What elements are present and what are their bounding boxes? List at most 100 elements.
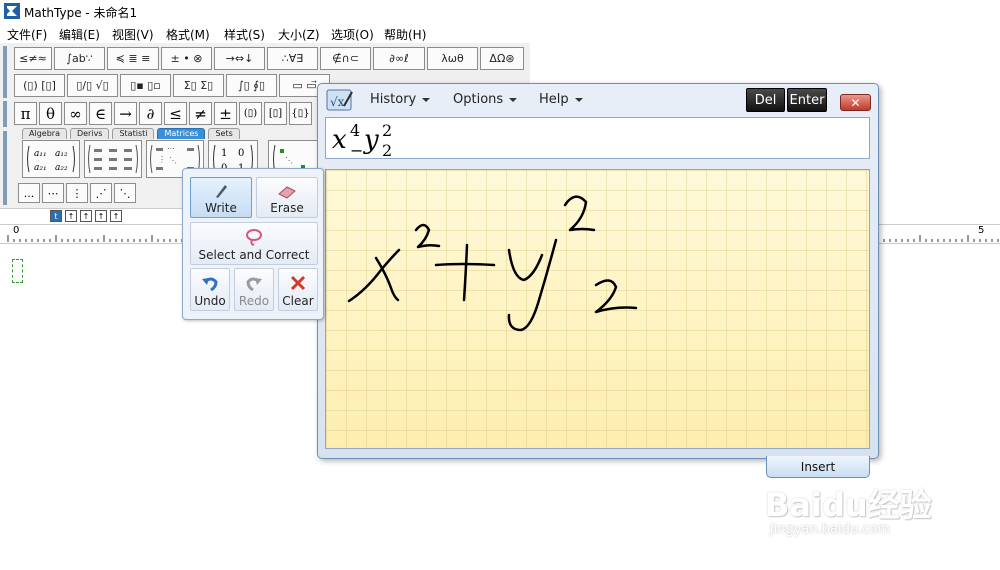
preview-sub-x: − bbox=[350, 141, 363, 158]
eraser-icon bbox=[278, 186, 296, 199]
tab-sets[interactable]: Sets bbox=[208, 128, 240, 139]
parens-template-button[interactable]: (▯) bbox=[239, 102, 262, 125]
undo-button[interactable]: Undo bbox=[190, 268, 230, 311]
fractions-palette-button[interactable]: ▯/▯ √▯ bbox=[67, 74, 118, 97]
erase-label: Erase bbox=[270, 201, 304, 215]
pen-icon bbox=[216, 185, 227, 198]
menu-style[interactable]: 样式(S) bbox=[224, 26, 265, 43]
braces-template-button[interactable]: {▯} bbox=[289, 102, 312, 125]
greek-lower-palette-button[interactable]: λωθ bbox=[427, 47, 478, 70]
menu-edit[interactable]: 编辑(E) bbox=[59, 26, 100, 43]
infinity-symbol-button[interactable]: ∞ bbox=[64, 102, 87, 125]
write-label: Write bbox=[205, 201, 237, 215]
operators-palette-button[interactable]: ± • ⊗ bbox=[161, 47, 212, 70]
toolbar-gripper[interactable] bbox=[3, 131, 7, 205]
baidu-watermark: Baidu经验 jingyan.baidu.com bbox=[765, 480, 945, 550]
arrows-palette-button[interactable]: →⇔↓ bbox=[214, 47, 265, 70]
matrix-2x2-icon: a₁₁ a₁₂ a₂₁ a₂₂ bbox=[27, 145, 75, 173]
history-menu[interactable]: History bbox=[370, 92, 431, 107]
svg-text:⋮: ⋮ bbox=[158, 155, 166, 164]
options-menu[interactable]: Options bbox=[453, 92, 518, 107]
integrals-palette-button[interactable]: ∫▯ ∮▯ bbox=[226, 74, 277, 97]
misc-palette-button[interactable]: ∂∞ℓ bbox=[373, 47, 425, 70]
right-tab-icon[interactable]: ↑ bbox=[80, 210, 92, 222]
logic-palette-button[interactable]: ∴∀∃ bbox=[267, 47, 318, 70]
enter-button[interactable]: Enter bbox=[787, 88, 827, 112]
brackets-template-button[interactable]: [▯] bbox=[264, 102, 287, 125]
ellipsis-center-button[interactable]: ⋯ bbox=[42, 183, 64, 203]
clear-button[interactable]: Clear bbox=[278, 268, 318, 311]
preview-sup-x: 4 bbox=[350, 121, 360, 140]
undo-icon bbox=[202, 277, 218, 292]
relations-palette-button[interactable]: ≤≠≈ bbox=[14, 47, 52, 70]
toolbar-gripper[interactable] bbox=[3, 101, 7, 127]
mathtype-logo-icon bbox=[4, 3, 20, 19]
tab-stop-icons: t ↑ ↑ ↑ ↑ bbox=[50, 210, 125, 222]
fences-palette-button[interactable]: (▯) [▯] bbox=[14, 74, 65, 97]
handwriting-canvas[interactable] bbox=[325, 169, 870, 449]
template-toolbar-row-2: (▯) [▯] ▯/▯ √▯ ▯▪ ▯▫ Σ▯ Σ▯ ∫▯ ∮▯ ▭ ▭⃗ bbox=[14, 74, 332, 97]
toolbar-gripper[interactable] bbox=[3, 46, 7, 98]
pi-symbol-button[interactable]: π bbox=[14, 102, 37, 125]
help-menu[interactable]: Help bbox=[539, 92, 583, 107]
tab-derivs[interactable]: Derivs bbox=[69, 128, 110, 139]
menu-format[interactable]: 格式(M) bbox=[166, 26, 210, 43]
del-button[interactable]: Del bbox=[746, 88, 785, 112]
matrix-2x2-button[interactable]: a₁₁ a₁₂ a₂₁ a₂₂ bbox=[22, 140, 80, 178]
ink-stroke-sup-2 bbox=[414, 223, 441, 249]
menu-view[interactable]: 视图(V) bbox=[112, 26, 154, 43]
erase-button[interactable]: Erase bbox=[256, 177, 318, 218]
decimal-tab-icon[interactable]: ↑ bbox=[110, 210, 122, 222]
neq-symbol-button[interactable]: ≠ bbox=[189, 102, 212, 125]
menu-file[interactable]: 文件(F) bbox=[7, 26, 47, 43]
ink-stroke-y2 bbox=[507, 238, 558, 332]
tab-statistics[interactable]: Statisti bbox=[112, 128, 155, 139]
sets-palette-button[interactable]: ∉∩⊂ bbox=[320, 47, 371, 70]
svg-text:1: 1 bbox=[221, 148, 227, 159]
center-tab-icon[interactable]: ↑ bbox=[65, 210, 77, 222]
theta-symbol-button[interactable]: θ bbox=[39, 102, 62, 125]
tab-algebra[interactable]: Algebra bbox=[22, 128, 67, 139]
handwritten-ink bbox=[347, 195, 638, 332]
write-button[interactable]: Write bbox=[190, 177, 252, 218]
ellipsis-baseline-button[interactable]: ... bbox=[18, 183, 40, 203]
relation-tab-icon[interactable]: ↑ bbox=[95, 210, 107, 222]
math-input-panel-logo-icon: √x bbox=[326, 89, 353, 111]
title-bar: MathType - 未命名1 bbox=[0, 0, 1000, 24]
arrow-symbol-button[interactable]: → bbox=[114, 102, 137, 125]
select-and-correct-button[interactable]: Select and Correct bbox=[190, 222, 318, 265]
redo-icon bbox=[246, 277, 262, 292]
subscripts-palette-button[interactable]: ▯▪ ▯▫ bbox=[120, 74, 171, 97]
left-tab-icon[interactable]: t bbox=[50, 210, 62, 222]
greek-upper-palette-button[interactable]: ΔΩ⊛ bbox=[480, 47, 524, 70]
partial-symbol-button[interactable]: ∂ bbox=[139, 102, 162, 125]
ellipsis-diagonal-up-button[interactable]: ⋰ bbox=[90, 183, 112, 203]
spaces-palette-button[interactable]: ∫ab∵ bbox=[54, 47, 105, 70]
equation-insertion-slot[interactable] bbox=[12, 259, 23, 283]
element-of-symbol-button[interactable]: ∈ bbox=[89, 102, 112, 125]
ruler-end-label: 5 bbox=[978, 225, 985, 236]
svg-text:0: 0 bbox=[238, 148, 244, 159]
matrix-3x3-button[interactable] bbox=[84, 140, 142, 178]
svg-text:⋯: ⋯ bbox=[167, 144, 175, 153]
help-menu-label: Help bbox=[539, 92, 569, 107]
recognized-preview: x 4 − y 2 2 bbox=[325, 117, 870, 159]
insert-button[interactable]: Insert bbox=[766, 456, 870, 478]
ink-stroke-sub-y-2 bbox=[594, 279, 638, 314]
close-button[interactable]: ✕ bbox=[840, 94, 871, 111]
plusminus-symbol-button[interactable]: ± bbox=[214, 102, 237, 125]
ellipsis-vertical-button[interactable]: ⋮ bbox=[66, 183, 88, 203]
history-menu-label: History bbox=[370, 92, 417, 107]
summation-palette-button[interactable]: Σ▯ Σ▯ bbox=[173, 74, 224, 97]
tab-matrices[interactable]: Matrices bbox=[157, 128, 206, 139]
leq-symbol-button[interactable]: ≤ bbox=[164, 102, 187, 125]
menu-bar: 文件(F) 编辑(E) 视图(V) 格式(M) 样式(S) 大小(Z) 选项(O… bbox=[0, 23, 1000, 43]
menu-options[interactable]: 选项(O) bbox=[331, 26, 374, 43]
menu-size[interactable]: 大小(Z) bbox=[278, 26, 320, 43]
redo-label: Redo bbox=[238, 294, 270, 308]
redo-button[interactable]: Redo bbox=[234, 268, 274, 311]
ellipsis-diagonal-down-button[interactable]: ⋱ bbox=[114, 183, 136, 203]
embellishments-palette-button[interactable]: ≼ ≣ ≡ bbox=[107, 47, 159, 70]
menu-help[interactable]: 帮助(H) bbox=[384, 26, 426, 43]
clear-x-icon bbox=[290, 275, 306, 291]
